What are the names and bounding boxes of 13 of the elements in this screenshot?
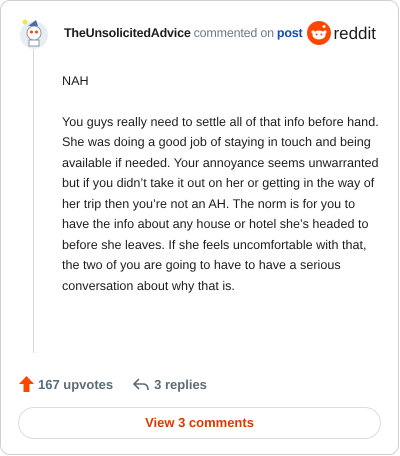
view-comments-button[interactable]: View 3 comments — [18, 407, 381, 439]
reply-count: 3 replies — [154, 376, 207, 394]
post-link[interactable]: post — [276, 24, 302, 42]
comment-paragraph: NAH — [62, 73, 90, 90]
reddit-logo-icon — [307, 21, 332, 45]
reply-icon[interactable] — [133, 378, 150, 391]
action-text: commented on — [194, 24, 274, 42]
brand-wordmark: reddit — [333, 24, 376, 42]
avatar-icon — [18, 17, 50, 49]
author-name[interactable]: TheUnsolicitedAdvice — [64, 24, 191, 42]
comment-paragraph: You guys really need to settle all of that info before hand. She was doing a good job of staying in touch and being available if needed. Your annoyance seems unwarranted but if you didn’t take it out on her or getting in the way of her trip then you’re not an AH. The norm is for you to have the info about any house or hotel she’s headed to before she leaves. If she feels uncomfortable with that, the two of you are going to have to have a serious conversation about why that is. — [62, 114, 380, 295]
upvote-icon[interactable] — [19, 376, 34, 392]
upvote-count: 167 upvotes — [38, 376, 114, 394]
